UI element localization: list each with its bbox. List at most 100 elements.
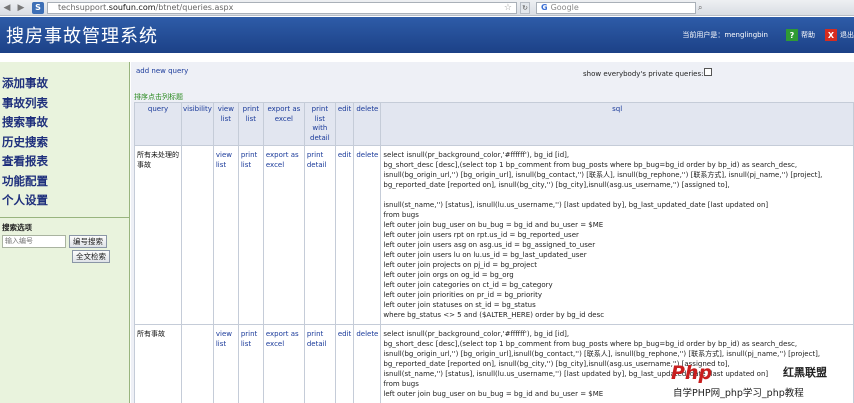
queries-table: query visibility view list print list expo… — [134, 102, 854, 403]
export-excel-link[interactable]: export as excel — [266, 330, 299, 348]
cell-edit: edit — [334, 324, 355, 403]
sql-line: left outer join users asg on asg.us_id =… — [383, 241, 596, 249]
magnifier-icon[interactable]: ⌕ — [698, 3, 702, 13]
sql-line: left outer join users rpt on rpt.us_id =… — [383, 231, 579, 239]
column-header-sql[interactable]: sql — [380, 102, 854, 146]
edit-link[interactable]: edit — [338, 151, 351, 159]
sidebar-item-settings[interactable]: 个人设置 — [0, 191, 129, 211]
sidebar-item-history-search[interactable]: 历史搜索 — [0, 133, 129, 153]
bookmark-star-icon[interactable]: ☆ — [504, 3, 512, 13]
sidebar-nav: 添加事故 事故列表 搜索事故 历史搜索 查看报表 功能配置 个人设置 — [0, 74, 129, 211]
column-header-print-list[interactable]: print list — [237, 102, 264, 146]
cell-print-list: print list — [237, 145, 264, 325]
cell-delete: delete — [353, 145, 382, 325]
search-options-title: 搜索选项 — [2, 222, 32, 232]
site-favicon-icon: S — [32, 1, 44, 14]
column-header-export-excel[interactable]: export as excel — [262, 102, 305, 146]
cell-edit: edit — [334, 145, 355, 325]
query-name: 所有事故 — [137, 330, 165, 338]
sql-line: left outer join projects on pj_id = bg_p… — [383, 261, 538, 269]
back-arrow-icon[interactable]: ◀ — [0, 1, 14, 15]
forward-arrow-icon[interactable]: ▶ — [14, 1, 28, 15]
column-header-view-list[interactable]: view list — [212, 102, 239, 146]
sidebar-item-search-bug[interactable]: 搜索事故 — [0, 113, 129, 133]
sql-line: left outer join bug_user on bu_bug = bg_… — [383, 221, 604, 229]
sidebar-item-config[interactable]: 功能配置 — [0, 172, 129, 192]
sql-line: left outer join users lu on lu.us_id = b… — [383, 251, 587, 259]
sort-hint: 排序点击列标题 — [134, 93, 183, 101]
reload-icon[interactable]: ↻ — [520, 1, 530, 14]
cell-view-list: view list — [212, 145, 239, 325]
delete-link[interactable]: delete — [356, 151, 378, 159]
watermark-caption: 自学PHP网_php学习_php教程 — [671, 384, 806, 400]
print-detail-link[interactable]: print detail — [307, 151, 327, 169]
sql-line: bg_short_desc [desc],(select top 1 bp_co… — [383, 161, 798, 169]
cell-print-detail: print detail — [303, 145, 336, 325]
export-excel-link[interactable]: export as excel — [266, 151, 299, 169]
search-by-id-button[interactable]: 编号搜索 — [69, 234, 107, 248]
print-list-link[interactable]: print list — [241, 330, 257, 348]
app-title: 搜房事故管理系统 — [6, 26, 158, 47]
sql-line: isnull(bg_origin_url,'') [bg_origin_url]… — [383, 350, 821, 358]
sql-line: select isnull(pr_background_color,'#ffff… — [383, 330, 570, 338]
private-queries-label: show everybody's private queries: — [583, 70, 704, 78]
app-header: 搜房事故管理系统 当前用户是：menglingbin ? 帮助 X 退出 — [0, 17, 854, 53]
print-detail-link[interactable]: print detail — [307, 330, 327, 348]
watermark: Php 红黑联盟 自学PHP网_php学习_php教程 — [671, 362, 854, 403]
sidebar-item-add-bug[interactable]: 添加事故 — [0, 74, 129, 94]
column-header-query[interactable]: query — [134, 102, 182, 146]
help-link[interactable]: 帮助 — [801, 30, 815, 40]
cell-view-list: view list — [212, 324, 239, 403]
private-queries-checkbox[interactable] — [704, 68, 712, 76]
sql-line: from bugs — [383, 211, 419, 219]
cell-export-excel: export as excel — [262, 145, 305, 325]
cell-print-detail: print detail — [303, 324, 336, 403]
add-query-link[interactable]: add new query — [136, 67, 188, 75]
cell-sql: select isnull(pr_background_color,'#ffff… — [380, 145, 854, 325]
sql-line: isnull(bg_origin_url,'') [bg_origin_url]… — [383, 171, 823, 179]
sql-line: isnull(st_name,'') [status], isnull(lu.u… — [383, 201, 769, 209]
google-icon: G — [541, 3, 548, 12]
sql-line: left outer join orgs on og_id = bg_org — [383, 271, 514, 279]
sql-line — [383, 190, 851, 200]
print-list-link[interactable]: print list — [241, 151, 257, 169]
sidebar-item-bug-list[interactable]: 事故列表 — [0, 94, 129, 114]
delete-link[interactable]: delete — [356, 330, 378, 338]
cell-export-excel: export as excel — [262, 324, 305, 403]
column-header-edit[interactable]: edit — [334, 102, 355, 146]
query-name: 所有未处理的事故 — [137, 151, 179, 169]
user-area: 当前用户是：menglingbin ? 帮助 X 退出 — [682, 27, 854, 43]
sidebar: 添加事故 事故列表 搜索事故 历史搜索 查看报表 功能配置 个人设置 搜索选项 … — [0, 62, 130, 403]
cell-name: 所有事故 — [134, 324, 182, 403]
edit-link[interactable]: edit — [338, 330, 351, 338]
column-header-print-detail[interactable]: print list with detail — [303, 102, 336, 146]
table-row: 所有未处理的事故 view list print list export as exc… — [134, 145, 854, 325]
search-options: 搜索选项 编号搜索 全文检索 — [0, 222, 129, 263]
sql-line: where bg_status <> 5 and ($ALTER_HERE) o… — [383, 311, 605, 319]
watermark-logo-right: 红黑联盟 — [783, 366, 827, 379]
column-header-delete[interactable]: delete — [353, 102, 382, 146]
browser-toolbar: ◀ ▶ S techsupport. soufun.com/btnet/queri… — [0, 0, 854, 16]
address-bar[interactable]: techsupport. soufun.com/btnet/queries.asp… — [47, 1, 517, 14]
browser-search-input[interactable]: G Google — [536, 1, 696, 14]
sidebar-item-reports[interactable]: 查看报表 — [0, 152, 129, 172]
view-list-link[interactable]: view list — [216, 330, 232, 348]
cell-print-list: print list — [237, 324, 264, 403]
fulltext-search-button[interactable]: 全文检索 — [72, 249, 110, 263]
column-header-visibility[interactable]: visibility — [181, 102, 214, 146]
sidebar-divider — [0, 216, 129, 218]
sql-line: select isnull(pr_background_color,'#ffff… — [383, 151, 570, 159]
cell-delete: delete — [353, 324, 382, 403]
view-list-link[interactable]: view list — [216, 151, 232, 169]
exit-icon[interactable]: X — [825, 29, 837, 41]
url-path: /btnet/queries.aspx — [155, 3, 234, 12]
help-icon[interactable]: ? — [786, 29, 798, 41]
exit-link[interactable]: 退出 — [840, 30, 854, 40]
bug-id-input[interactable] — [2, 234, 66, 248]
sql-line: left outer join statuses on st_id = bg_s… — [383, 301, 536, 309]
table-header-row: query visibility view list print list expo… — [134, 102, 854, 146]
sql-line: bg_reported_date [reported on], isnull(b… — [383, 181, 730, 189]
cell-visibility — [181, 324, 214, 403]
search-placeholder: Google — [550, 3, 579, 12]
sql-line: left outer join priorities on pr_id = bg… — [383, 291, 542, 299]
